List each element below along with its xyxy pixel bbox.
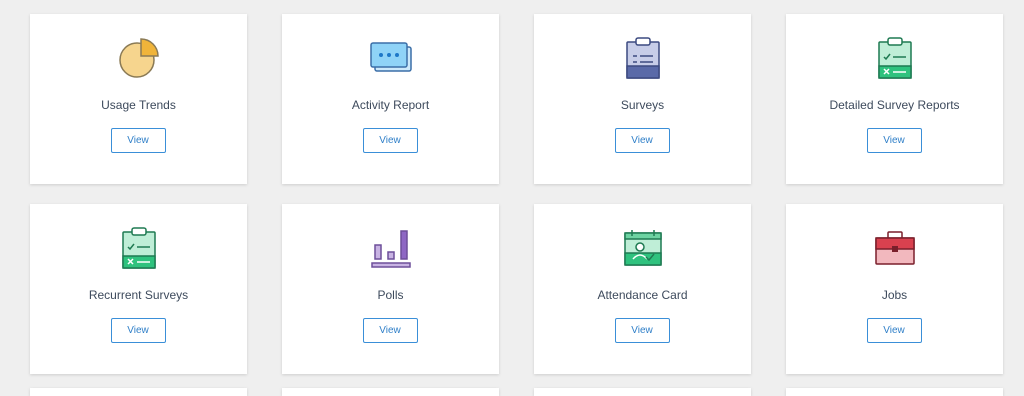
card-title: Attendance Card: [597, 288, 688, 302]
card-title: Detailed Survey Reports: [829, 98, 960, 112]
card-partial: [30, 388, 247, 396]
card-detailed-survey-reports: Detailed Survey Reports View: [786, 14, 1003, 184]
card-partial: [786, 388, 1003, 396]
card-recurrent-surveys: Recurrent Surveys View: [30, 204, 247, 374]
card-jobs: Jobs View: [786, 204, 1003, 374]
bar-chart-icon: [367, 224, 415, 272]
clipboard-icon: [619, 34, 667, 82]
card-partial: [282, 388, 499, 396]
view-button[interactable]: View: [362, 318, 418, 343]
card-title: Usage Trends: [101, 98, 176, 112]
attendance-card-icon: [619, 224, 667, 272]
card-surveys: Surveys View: [534, 14, 751, 184]
card-title: Polls: [377, 288, 404, 302]
card-partial: [534, 388, 751, 396]
view-button[interactable]: View: [866, 318, 922, 343]
pie-chart-icon: [115, 34, 163, 82]
card-attendance-card: Attendance Card View: [534, 204, 751, 374]
chat-bubbles-icon: [367, 34, 415, 82]
view-button[interactable]: View: [110, 318, 166, 343]
view-button[interactable]: View: [614, 128, 670, 153]
briefcase-icon: [871, 224, 919, 272]
card-title: Activity Report: [351, 98, 430, 112]
card-title: Recurrent Surveys: [88, 288, 189, 302]
clipboard-checklist-icon: [115, 224, 163, 272]
clipboard-checklist-icon: [871, 34, 919, 82]
card-usage-trends: Usage Trends View: [30, 14, 247, 184]
view-button[interactable]: View: [614, 318, 670, 343]
view-button[interactable]: View: [110, 128, 166, 153]
card-polls: Polls View: [282, 204, 499, 374]
view-button[interactable]: View: [362, 128, 418, 153]
view-button[interactable]: View: [866, 128, 922, 153]
card-title: Jobs: [881, 288, 908, 302]
reports-grid: Usage Trends View Activity Report View S…: [0, 0, 1024, 396]
card-title: Surveys: [620, 98, 665, 112]
card-activity-report: Activity Report View: [282, 14, 499, 184]
